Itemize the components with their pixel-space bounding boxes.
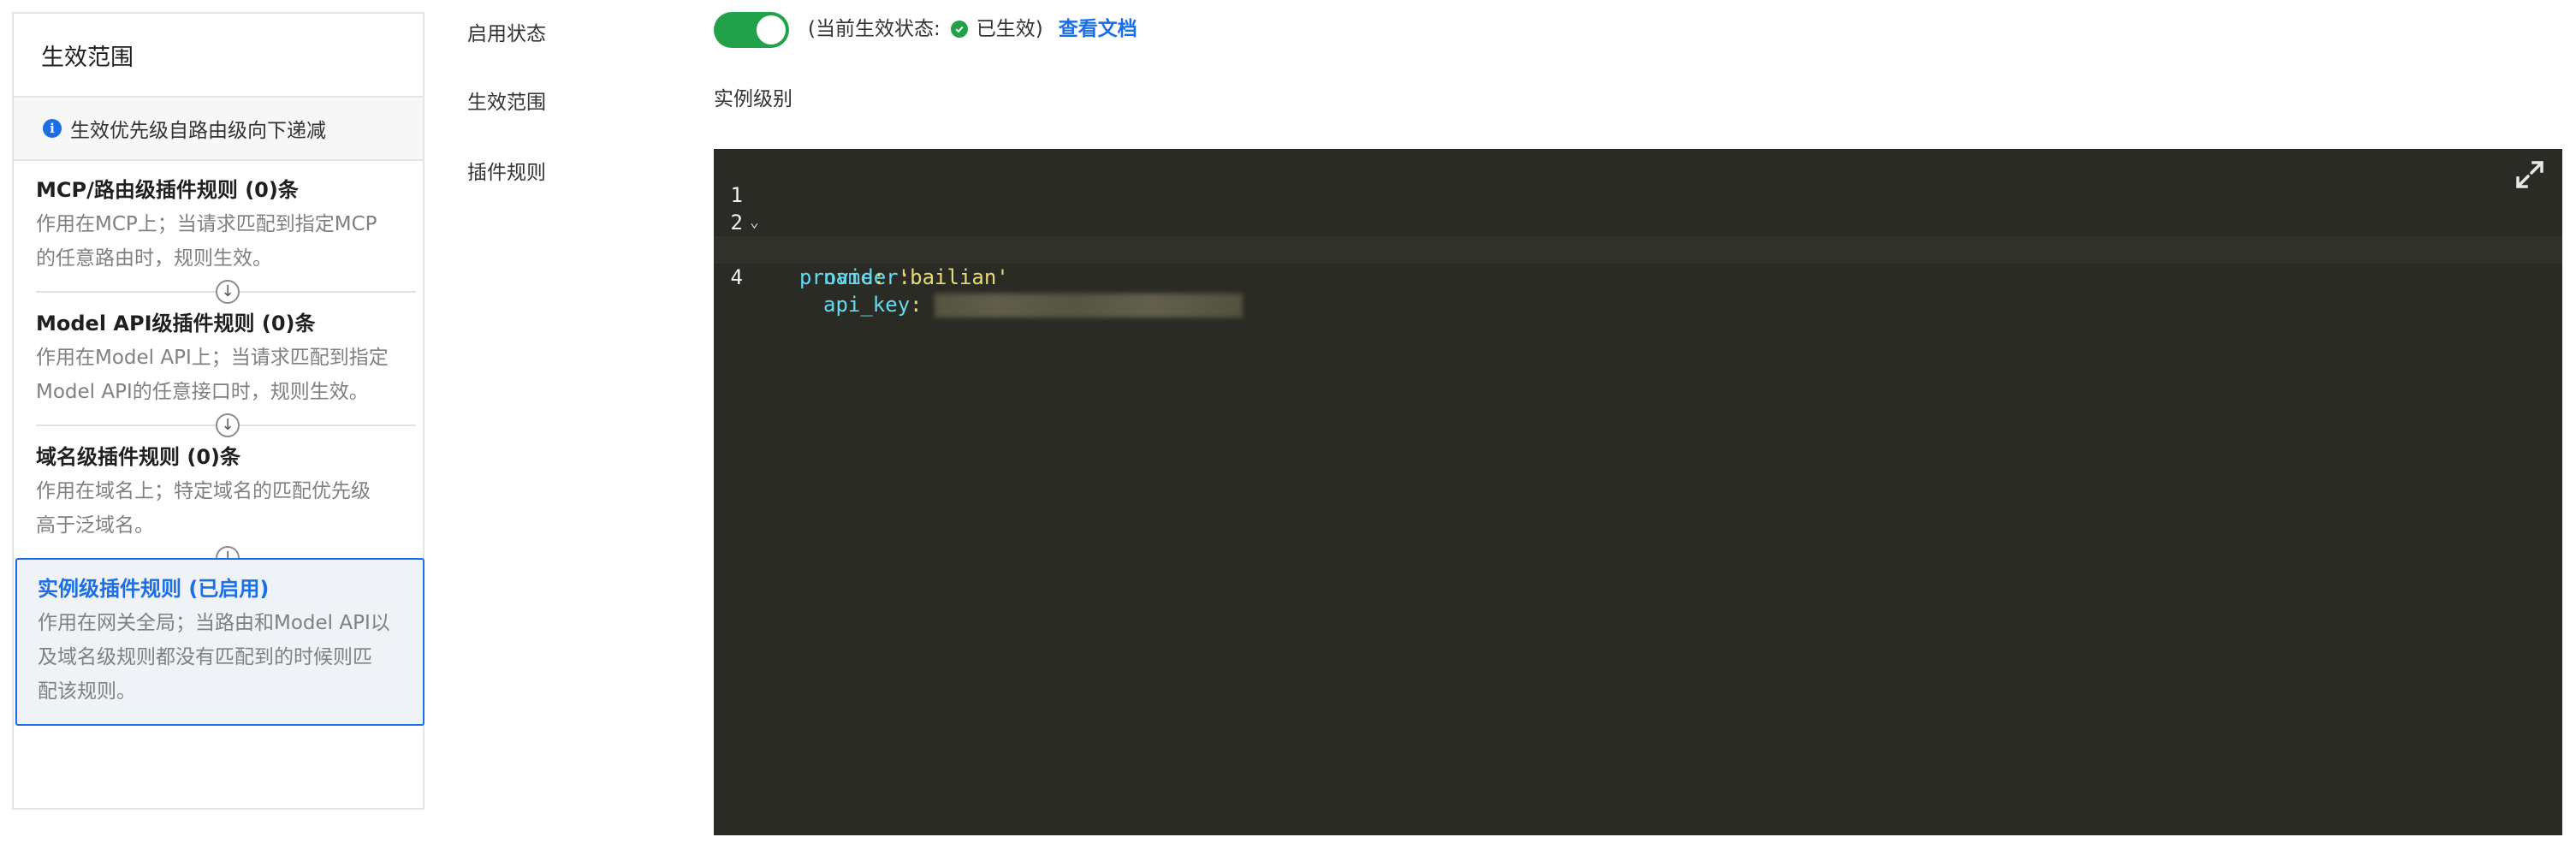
- line-number: 4: [730, 265, 743, 289]
- level-desc: 高于泛域名。: [36, 514, 154, 537]
- toggle-knob: [757, 15, 786, 45]
- level-desc: 配该规则。: [38, 680, 136, 703]
- check-circle-icon: [950, 21, 968, 38]
- level-mcp-route[interactable]: MCP/路由级插件规则 (0)条 作用在MCP上；当请求匹配到指定MCP 的任意…: [36, 173, 416, 276]
- scope-value: 实例级别: [714, 88, 792, 110]
- code-line-active: 4 api_key:: [714, 236, 2562, 318]
- level-desc: 作用在Model API上；当请求匹配到指定: [36, 347, 389, 369]
- level-desc: 及域名级规则都没有匹配到的时候则匹: [38, 646, 372, 668]
- yaml-code-editor[interactable]: 1 ⌄ rag_proxy: 2 ⌄ provider: 3 name: 'ba…: [714, 149, 2562, 835]
- level-desc: Model API的任意接口时，规则生效。: [36, 381, 369, 403]
- level-domain[interactable]: 域名级插件规则 (0)条 作用在域名上；特定域名的匹配优先级 高于泛域名。: [36, 440, 416, 543]
- level-desc: 作用在域名上；特定域名的匹配优先级: [36, 480, 371, 502]
- level-title: 实例级插件规则 (已启用): [38, 577, 270, 601]
- arrow-down-icon: ↓: [216, 413, 240, 437]
- level-model-api[interactable]: Model API级插件规则 (0)条 作用在Model API上；当请求匹配到…: [36, 306, 416, 409]
- info-icon: i: [43, 119, 62, 138]
- code-content: api_key:: [823, 291, 1243, 318]
- scope-panel-title: 生效范围: [41, 44, 134, 71]
- level-desc: 作用在网关全局；当路由和Model API以: [38, 612, 390, 634]
- level-desc: 作用在MCP上；当请求匹配到指定MCP: [36, 213, 377, 235]
- priority-tip-text: 生效优先级自路由级向下递减: [70, 120, 326, 142]
- code-content: name: 'bailian': [823, 265, 1009, 289]
- level-title: 域名级插件规则 (0)条: [36, 445, 240, 469]
- redacted-api-key: [934, 294, 1243, 318]
- plugin-rules-label: 插件规则: [467, 162, 546, 184]
- scope-label: 生效范围: [467, 92, 546, 114]
- level-desc: 的任意路由时，规则生效。: [36, 247, 272, 270]
- current-status: (当前生效状态: 已生效) 查看文档: [808, 14, 1137, 45]
- enable-toggle[interactable]: [714, 12, 789, 48]
- code-line: 3 name: 'bailian': [714, 209, 2562, 289]
- level-instance-active[interactable]: 实例级插件规则 (已启用) 作用在网关全局；当路由和Model API以 及域名…: [15, 558, 424, 726]
- plugin-config-page: 生效范围 i 生效优先级自路由级向下递减 MCP/路由级插件规则 (0)条 作用…: [0, 0, 2576, 849]
- status-prefix: (当前生效状态:: [808, 18, 941, 40]
- code-line: 2 ⌄ provider:: [714, 181, 2562, 289]
- scope-panel: 生效范围 i 生效优先级自路由级向下递减 MCP/路由级插件规则 (0)条 作用…: [12, 12, 424, 810]
- status-value: 已生效): [976, 18, 1043, 40]
- level-title: MCP/路由级插件规则 (0)条: [36, 178, 299, 202]
- scope-panel-header: 生效范围: [14, 14, 423, 98]
- level-title: Model API级插件规则 (0)条: [36, 312, 316, 335]
- priority-tip: i 生效优先级自路由级向下递减: [14, 98, 423, 161]
- fullscreen-expand-icon[interactable]: [2513, 157, 2547, 192]
- enable-status-label: 启用状态: [467, 23, 546, 45]
- view-docs-link[interactable]: 查看文档: [1059, 14, 1137, 45]
- code-line: 1 ⌄ rag_proxy:: [714, 154, 2562, 262]
- arrow-down-icon: ↓: [216, 280, 240, 304]
